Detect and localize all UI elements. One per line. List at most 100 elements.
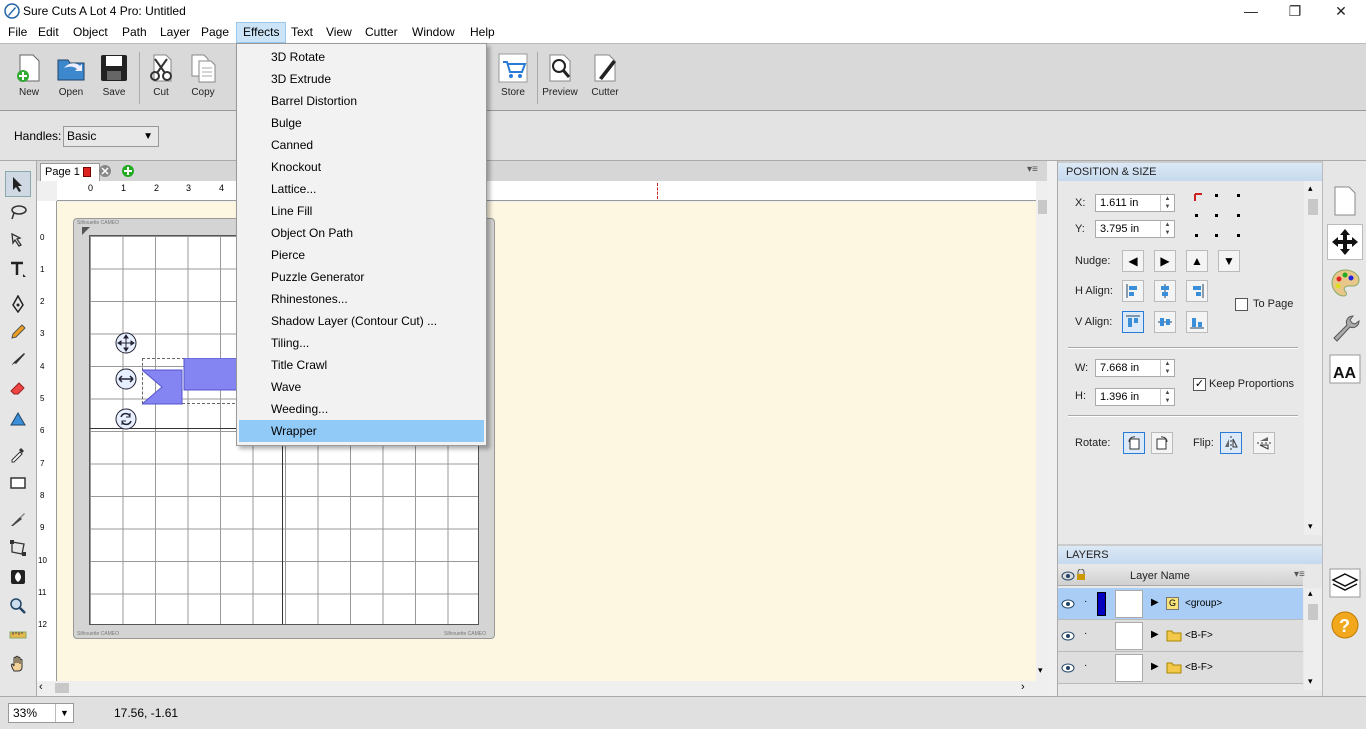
visibility-eye-icon[interactable] <box>1061 598 1075 610</box>
page-panel-button[interactable] <box>1327 183 1363 219</box>
measure-tool[interactable] <box>5 622 31 648</box>
align-left-button[interactable] <box>1122 280 1144 302</box>
text-panel-button[interactable]: AA <box>1327 351 1363 387</box>
effects-menu-item[interactable]: Tiling... <box>239 332 484 354</box>
help-panel-button[interactable]: ? <box>1327 607 1363 643</box>
effects-menu-item[interactable]: Pierce <box>239 244 484 266</box>
menu-text[interactable]: Text <box>285 22 319 43</box>
width-field[interactable]: 7.668 in ▲ ▼ <box>1095 359 1175 377</box>
scroll-up-icon[interactable]: ▴ <box>1308 183 1313 194</box>
layers-panel-button[interactable] <box>1327 565 1363 601</box>
scroll-thumb[interactable] <box>55 683 69 693</box>
nudge-up-button[interactable]: ▲ <box>1186 250 1208 272</box>
save-button[interactable]: Save <box>92 50 136 106</box>
effects-menu-item[interactable]: Wrapper <box>239 420 484 442</box>
resize-handle-icon[interactable] <box>115 368 137 390</box>
spinner-arrows-icon[interactable]: ▲ ▼ <box>1160 195 1174 211</box>
pencil-tool[interactable] <box>5 319 31 345</box>
preview-button[interactable]: Preview <box>538 50 582 106</box>
effects-menu-item[interactable]: Line Fill <box>239 200 484 222</box>
y-field[interactable]: 3.795 in ▲ ▼ <box>1095 220 1175 238</box>
reference-point-grid-icon[interactable] <box>1193 192 1245 240</box>
scroll-down-icon[interactable]: ▾ <box>1308 676 1313 687</box>
expand-triangle-icon[interactable]: ▶ <box>1151 629 1159 640</box>
tab-options-icon[interactable]: ▾≡ <box>1027 164 1038 175</box>
menu-cutter[interactable]: Cutter <box>359 22 404 43</box>
scroll-up-icon[interactable]: ▴ <box>1308 588 1313 599</box>
menu-page[interactable]: Page <box>195 22 235 43</box>
effects-menu-item[interactable]: Rhinestones... <box>239 288 484 310</box>
effects-menu-item[interactable]: Weeding... <box>239 398 484 420</box>
menu-effects[interactable]: Effects <box>236 22 287 43</box>
close-page-icon[interactable] <box>98 164 112 178</box>
x-field[interactable]: 1.611 in ▲ ▼ <box>1095 194 1175 212</box>
banner-shape[interactable] <box>142 358 242 406</box>
menu-help[interactable]: Help <box>464 22 501 43</box>
scroll-down-icon[interactable]: ▾ <box>1308 521 1313 532</box>
panel-scrollbar[interactable]: ▴ ▾ <box>1304 181 1322 535</box>
zoom-tool[interactable] <box>5 593 31 619</box>
spinner-arrows-icon[interactable]: ▲ ▼ <box>1160 360 1174 376</box>
handles-select[interactable]: Basic ▼ <box>63 126 159 147</box>
eyedropper-tool[interactable] <box>5 441 31 467</box>
minimize-button[interactable]: — <box>1228 0 1274 22</box>
menu-window[interactable]: Window <box>406 22 461 43</box>
scroll-thumb[interactable] <box>1308 604 1318 620</box>
select-tool[interactable] <box>5 171 31 197</box>
effects-menu-item[interactable]: 3D Extrude <box>239 68 484 90</box>
cut-button[interactable]: Cut <box>139 50 183 106</box>
effects-menu-item[interactable]: Wave <box>239 376 484 398</box>
position-panel-button[interactable] <box>1327 224 1363 260</box>
scroll-left-icon[interactable]: ‹ <box>39 681 43 693</box>
lock-toggle[interactable]: · <box>1084 596 1087 607</box>
tab-page-1[interactable]: Page 1 <box>40 163 100 181</box>
rectangle-tool[interactable] <box>5 470 31 496</box>
rotate-left-button[interactable] <box>1123 432 1145 454</box>
copy-button[interactable]: Copy <box>181 50 225 106</box>
settings-panel-button[interactable] <box>1327 309 1363 345</box>
brush-tool[interactable] <box>5 347 31 373</box>
to-page-checkbox[interactable] <box>1235 298 1248 311</box>
menu-layer[interactable]: Layer <box>154 22 196 43</box>
move-handle-icon[interactable] <box>115 332 137 354</box>
keep-proportions-checkbox[interactable]: ✓ <box>1193 378 1206 391</box>
zoom-select[interactable]: 33% ▼ <box>8 703 74 723</box>
menu-object[interactable]: Object <box>67 22 114 43</box>
effects-menu-item[interactable]: 3D Rotate <box>239 46 484 68</box>
shape-tool[interactable] <box>5 406 31 432</box>
cutter-button[interactable]: Cutter <box>583 50 627 106</box>
eraser-tool[interactable] <box>5 375 31 401</box>
menu-edit[interactable]: Edit <box>32 22 65 43</box>
spinner-arrows-icon[interactable]: ▲ ▼ <box>1160 221 1174 237</box>
effects-menu-item[interactable]: Lattice... <box>239 178 484 200</box>
lock-toggle[interactable]: · <box>1084 628 1087 639</box>
knife-tool[interactable] <box>5 506 31 532</box>
align-top-button[interactable] <box>1122 311 1144 333</box>
add-page-icon[interactable] <box>121 164 135 178</box>
canvas-vertical-scrollbar[interactable]: ▾ <box>1036 181 1049 681</box>
align-middle-button[interactable] <box>1154 311 1176 333</box>
align-center-button[interactable] <box>1154 280 1176 302</box>
rotate-right-button[interactable] <box>1151 432 1173 454</box>
align-bottom-button[interactable] <box>1186 311 1208 333</box>
effects-menu-item[interactable]: Object On Path <box>239 222 484 244</box>
layers-options-icon[interactable]: ▾≡ <box>1294 569 1305 580</box>
visibility-eye-icon[interactable] <box>1061 662 1075 674</box>
layer-row[interactable]: · ▶ <B-F> <box>1058 620 1303 652</box>
menu-path[interactable]: Path <box>116 22 153 43</box>
effects-menu-item[interactable]: Knockout <box>239 156 484 178</box>
menu-view[interactable]: View <box>320 22 358 43</box>
effects-menu-item[interactable]: Puzzle Generator <box>239 266 484 288</box>
effects-menu-item[interactable]: Barrel Distortion <box>239 90 484 112</box>
store-button[interactable]: Store <box>491 50 535 106</box>
canvas-workarea[interactable]: Silhouette CAMEO Silhouette CAMEO Silhou… <box>57 202 1036 681</box>
close-button[interactable]: ✕ <box>1318 0 1364 22</box>
align-right-button[interactable] <box>1186 280 1208 302</box>
effects-menu-item[interactable]: Title Crawl <box>239 354 484 376</box>
effects-menu-item[interactable]: Canned <box>239 134 484 156</box>
menu-file[interactable]: File <box>2 22 33 43</box>
layer-row[interactable]: · ▶ <B-F> <box>1058 652 1303 684</box>
spinner-arrows-icon[interactable]: ▲ ▼ <box>1160 389 1174 405</box>
layers-scrollbar[interactable]: ▴ ▾ <box>1304 588 1322 690</box>
layer-row[interactable]: · ▶ G <group> <box>1058 588 1303 620</box>
